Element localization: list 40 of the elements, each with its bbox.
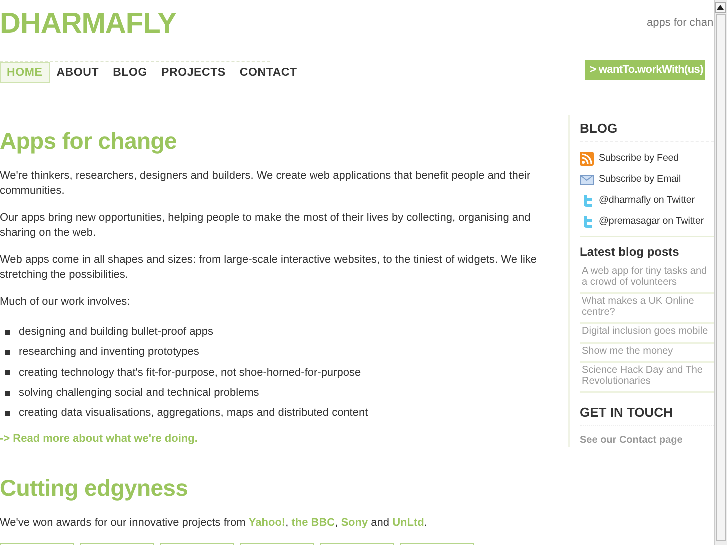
bullet-icon — [5, 350, 10, 355]
work-with-us-button[interactable]: > wantTo.workWith(us) — [585, 60, 706, 80]
list-item: creating data visualisations, aggregations, maps and distributed content — [19, 407, 368, 420]
paragraph: Our apps bring new opportunities, helping people to make the most of their lives by collecting, organising and sharing on the web. — [0, 211, 532, 241]
envelope-icon — [580, 172, 594, 186]
read-more-link[interactable]: -> Read more about what we're doing. — [0, 433, 548, 446]
paragraph: We're thinkers, researchers, designers and builders. We create web applications that benefit people and their communities. — [0, 169, 532, 199]
list-item: researching and inventing prototypes — [19, 346, 200, 358]
contact-link[interactable]: See our Contact page — [580, 435, 683, 446]
section-heading: Apps for change — [0, 128, 178, 155]
subscribe-link[interactable]: Subscribe by Email — [599, 174, 682, 185]
tagline: apps for chan — [647, 17, 714, 29]
list-item: creating technology that's fit-for-purpose, not shoe-horned-for-purpose — [19, 366, 362, 379]
feed-icon — [580, 152, 594, 166]
nav-tab[interactable]: PROJECTS — [154, 62, 233, 83]
nav-tab[interactable]: BLOG — [106, 62, 155, 83]
scrollbar[interactable] — [714, 0, 727, 545]
list-item: designing and building bullet-proof apps — [19, 326, 214, 338]
nav-tab[interactable]: HOME — [0, 62, 50, 83]
sidebar-heading: Latest blog posts — [580, 245, 680, 259]
arrow-up-icon[interactable] — [717, 5, 724, 10]
award-link[interactable]: the BBC — [292, 517, 336, 530]
bullet-icon — [5, 370, 10, 376]
award-link[interactable]: Sony — [341, 517, 368, 530]
section-heading: Cutting edgyness — [0, 475, 190, 502]
bullet-icon — [5, 390, 10, 396]
paragraph: We've won awards for our innovative projects from Yahoo!, the BBC, Sony and UnLtd. — [0, 516, 428, 532]
nav-tab[interactable]: CONTACT — [232, 62, 304, 83]
subscribe-link[interactable]: @premasagar on Twitter — [599, 216, 704, 227]
award-link[interactable]: Yahoo! — [248, 517, 286, 530]
award-link[interactable]: UnLtd — [392, 517, 424, 530]
bullet-icon — [5, 330, 10, 335]
paragraph: Web apps come in all shapes and sizes: from large-scale interactive websites, to the tiniest of widgets. We like stretching the possibilities. — [0, 253, 538, 283]
list-item: solving challenging social and technical problems — [19, 387, 260, 400]
paragraph: Much of our work involves: — [0, 295, 132, 310]
subscribe-link[interactable]: Subscribe by Feed — [599, 153, 679, 164]
bullet-icon — [5, 410, 10, 416]
nav-tab[interactable]: ABOUT — [50, 62, 106, 83]
subscribe-link[interactable]: @dharmafly on Twitter — [599, 195, 695, 206]
site-logo[interactable]: DHARMAFLY — [0, 8, 176, 41]
